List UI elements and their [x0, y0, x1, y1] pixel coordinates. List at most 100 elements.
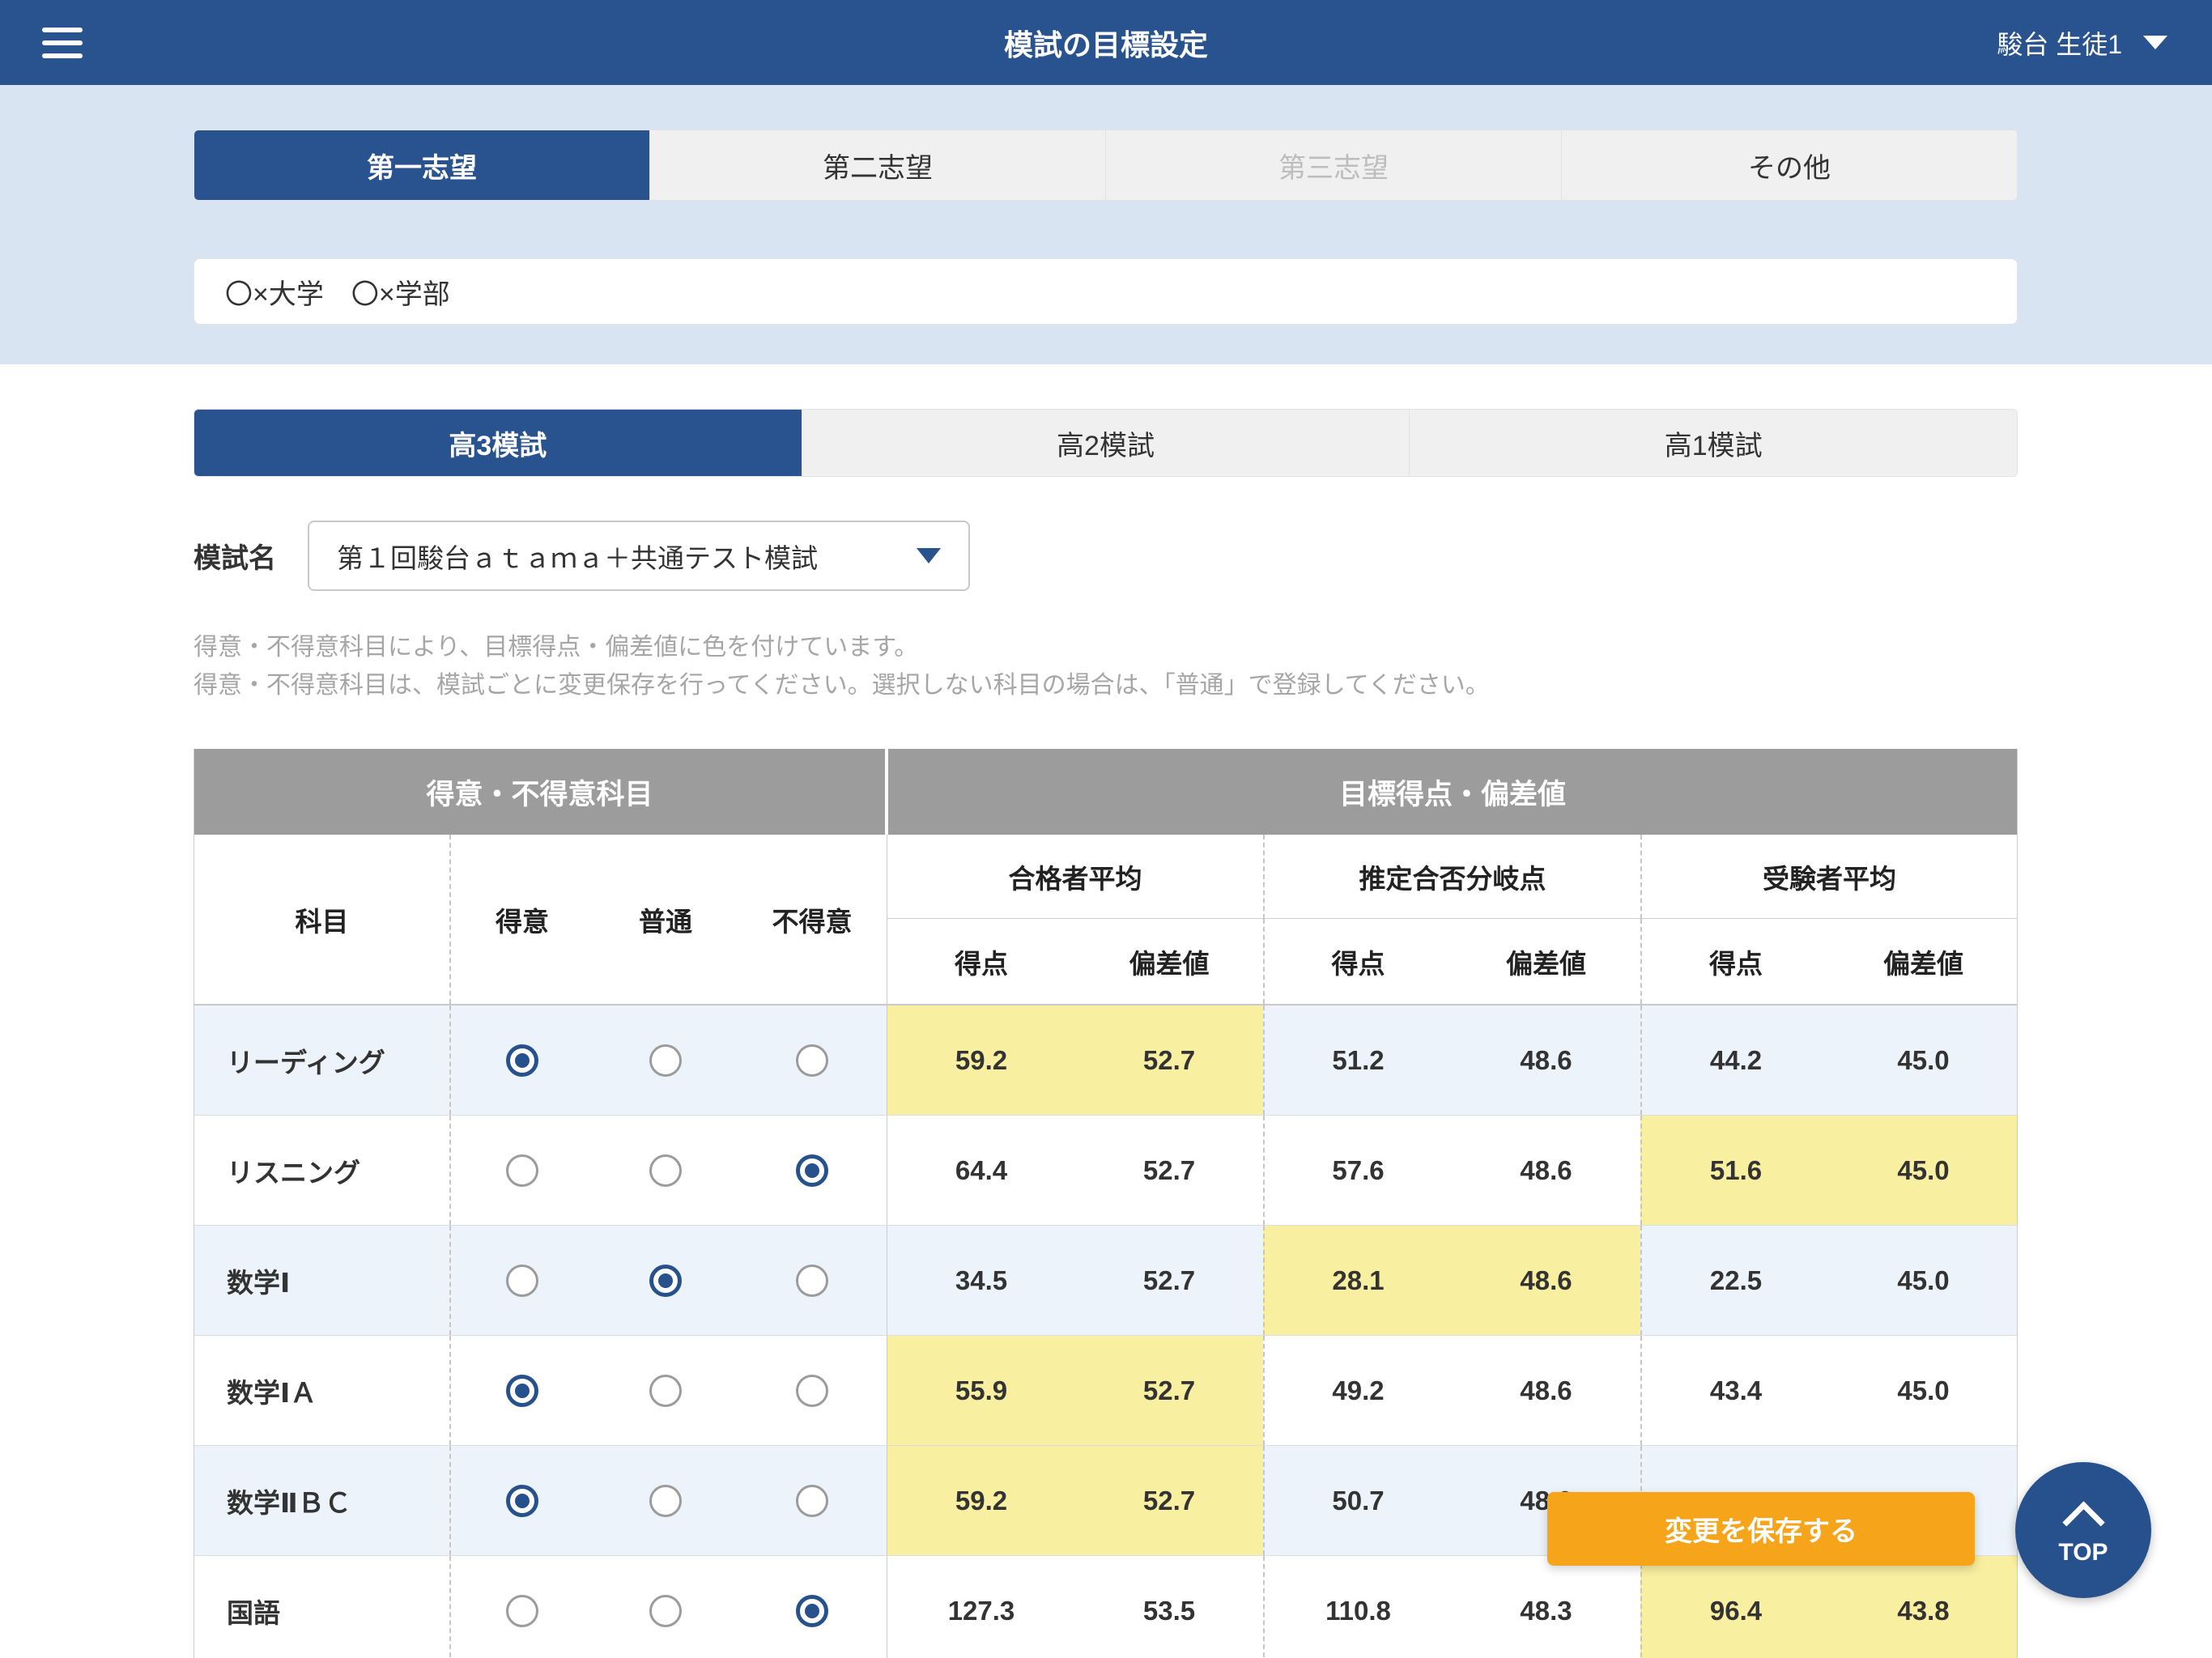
tab-other-choice[interactable]: その他 [1561, 130, 2017, 200]
tab-first-choice[interactable]: 第一志望 [194, 130, 649, 200]
value-cell: 110.8 [1263, 1556, 1452, 1658]
radio-nigate[interactable] [796, 1595, 828, 1627]
radio-tokui-cell [449, 1226, 593, 1335]
app-root: 模試の目標設定 駿台 生徒1 第一志望 第二志望 第三志望 その他 〇×大学 〇… [0, 0, 2212, 1658]
radio-futsu-cell [593, 1116, 738, 1225]
header-deviation: 偏差値 [1830, 919, 2017, 1004]
radio-futsu-cell [593, 1336, 738, 1445]
table-header: 科目 得意 普通 不得意 合格者平均 推定合否分岐点 受験者平均 得点 偏差値 … [194, 835, 2017, 1005]
table-band: 得意・不得意科目 目標得点・偏差値 [194, 749, 2017, 835]
header-deviation: 偏差値 [1452, 919, 1640, 1004]
value-cell: 53.5 [1075, 1556, 1263, 1658]
choice-tab-bar: 第一志望 第二志望 第三志望 その他 [194, 130, 2018, 201]
chevron-up-icon [2062, 1501, 2104, 1543]
radio-nigate-cell [738, 1336, 887, 1445]
value-cell: 55.9 [887, 1336, 1075, 1445]
table-row: リーディング 59.2 52.7 51.2 48.6 44.2 45.0 [194, 1005, 2017, 1116]
exam-select[interactable]: 第１回駿台ａｔａｍａ＋共通テスト模試 [308, 521, 970, 591]
radio-tokui[interactable] [506, 1375, 538, 1407]
menu-icon[interactable] [42, 19, 83, 66]
value-cell: 45.0 [1830, 1116, 2017, 1225]
user-name: 駿台 生徒1 [1997, 24, 2122, 62]
header-deviation: 偏差値 [1075, 919, 1263, 1004]
tab-grade2-exam[interactable]: 高2模試 [802, 410, 1410, 476]
subject-cell: 数学Ⅰ [194, 1226, 449, 1335]
header-tokui: 得意 [449, 835, 593, 1004]
value-cell: 59.2 [887, 1005, 1075, 1115]
table-row: リスニング 64.4 52.7 57.6 48.6 51.6 45.0 [194, 1116, 2017, 1226]
radio-futsu[interactable] [649, 1375, 682, 1407]
radio-futsu[interactable] [649, 1485, 682, 1517]
radio-futsu[interactable] [649, 1154, 682, 1187]
value-cell: 45.0 [1830, 1226, 2017, 1335]
value-cell: 64.4 [887, 1116, 1075, 1225]
tab-grade1-exam[interactable]: 高1模試 [1409, 410, 2017, 476]
value-cell: 51.6 [1640, 1116, 1830, 1225]
header-futsu: 普通 [593, 835, 738, 1004]
scroll-to-top-button[interactable]: TOP [2015, 1462, 2151, 1598]
value-cell: 52.7 [1075, 1446, 1263, 1555]
radio-tokui[interactable] [506, 1595, 538, 1627]
value-cell: 28.1 [1263, 1226, 1452, 1335]
radio-nigate-cell [738, 1446, 887, 1555]
tab-third-choice: 第三志望 [1105, 130, 1561, 200]
exam-name-label: 模試名 [194, 536, 308, 576]
header-nigate: 不得意 [738, 835, 887, 1004]
radio-tokui[interactable] [506, 1154, 538, 1187]
value-cell: 52.7 [1075, 1226, 1263, 1335]
value-cell: 48.6 [1452, 1226, 1640, 1335]
radio-tokui[interactable] [506, 1265, 538, 1297]
value-cell: 50.7 [1263, 1446, 1452, 1555]
radio-nigate[interactable] [796, 1375, 828, 1407]
value-cell: 34.5 [887, 1226, 1075, 1335]
radio-nigate[interactable] [796, 1265, 828, 1297]
radio-futsu-cell [593, 1556, 738, 1658]
value-cell: 49.2 [1263, 1336, 1452, 1445]
user-menu[interactable]: 駿台 生徒1 [1997, 24, 2167, 62]
band-target-label: 目標得点・偏差値 [888, 749, 2017, 835]
value-cell: 43.8 [1830, 1556, 2017, 1658]
radio-nigate[interactable] [796, 1044, 828, 1077]
value-cell: 52.7 [1075, 1005, 1263, 1115]
value-cell: 96.4 [1640, 1556, 1830, 1658]
value-cell: 51.2 [1263, 1005, 1452, 1115]
radio-tokui-cell [449, 1005, 593, 1115]
radio-futsu[interactable] [649, 1044, 682, 1077]
value-cell: 22.5 [1640, 1226, 1830, 1335]
radio-nigate-cell [738, 1556, 887, 1658]
value-cell: 127.3 [887, 1556, 1075, 1658]
radio-futsu-cell [593, 1005, 738, 1115]
header-group-pass-avg: 合格者平均 [887, 835, 1263, 919]
tab-grade3-exam[interactable]: 高3模試 [194, 410, 802, 476]
radio-nigate-cell [738, 1005, 887, 1115]
exam-name-row: 模試名 第１回駿台ａｔａｍａ＋共通テスト模試 [194, 521, 970, 591]
radio-futsu[interactable] [649, 1265, 682, 1297]
radio-tokui[interactable] [506, 1485, 538, 1517]
subject-cell: 数学ⅡＢＣ [194, 1446, 449, 1555]
radio-futsu-cell [593, 1446, 738, 1555]
page-title: 模試の目標設定 [1004, 22, 1208, 64]
radio-nigate[interactable] [796, 1485, 828, 1517]
save-button[interactable]: 変更を保存する [1547, 1492, 1975, 1566]
radio-tokui-cell [449, 1336, 593, 1445]
exam-select-value: 第１回駿台ａｔａｍａ＋共通テスト模試 [337, 537, 818, 576]
header-score: 得点 [1263, 919, 1452, 1004]
subject-cell: 国語 [194, 1556, 449, 1658]
tab-second-choice[interactable]: 第二志望 [649, 130, 1105, 200]
radio-tokui[interactable] [506, 1044, 538, 1077]
grade-tab-bar: 高3模試 高2模試 高1模試 [194, 409, 2018, 477]
radio-nigate[interactable] [796, 1154, 828, 1187]
value-cell: 45.0 [1830, 1336, 2017, 1445]
radio-futsu[interactable] [649, 1595, 682, 1627]
radio-tokui-cell [449, 1116, 593, 1225]
value-cell: 44.2 [1640, 1005, 1830, 1115]
value-cell: 48.6 [1452, 1005, 1640, 1115]
value-cell: 43.4 [1640, 1336, 1830, 1445]
helper-notes: 得意・不得意科目により、目標得点・偏差値に色を付けています。 得意・不得意科目は… [194, 628, 1490, 704]
helper-note-line: 得意・不得意科目により、目標得点・偏差値に色を付けています。 [194, 628, 1490, 666]
header-group-cutoff: 推定合否分岐点 [1263, 835, 1640, 919]
value-cell: 48.6 [1452, 1116, 1640, 1225]
radio-tokui-cell [449, 1446, 593, 1555]
radio-tokui-cell [449, 1556, 593, 1658]
value-cell: 45.0 [1830, 1005, 2017, 1115]
